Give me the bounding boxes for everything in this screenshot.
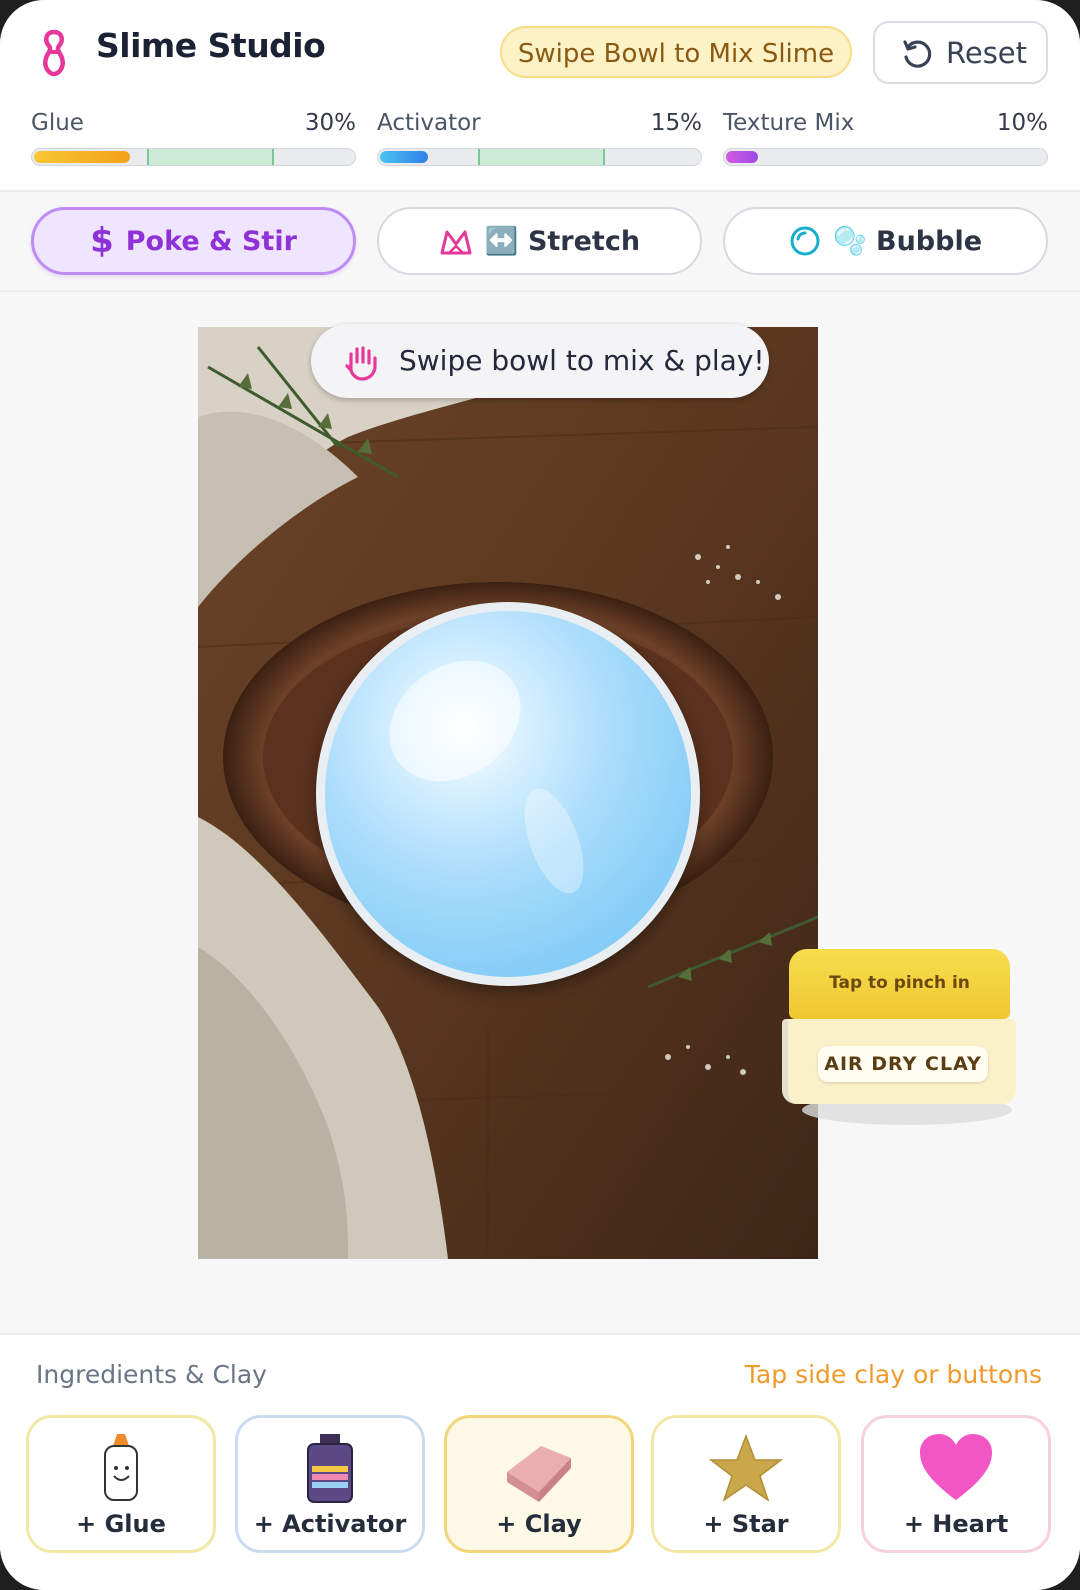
reset-label: Reset xyxy=(946,36,1028,70)
meter-percent: 15% xyxy=(650,110,702,136)
target-zone xyxy=(147,149,272,165)
ingredients-title: Ingredients & Clay xyxy=(36,1360,267,1389)
tab-stretch[interactable]: ↔️ Stretch xyxy=(377,207,702,275)
ingredient-label: + Clay xyxy=(496,1510,582,1538)
meter-track xyxy=(377,148,702,166)
reset-icon xyxy=(903,40,932,68)
ingredient-label: + Glue xyxy=(76,1510,166,1538)
meter-fill xyxy=(726,151,758,163)
clay-tub-body: AIR DRY CLAY xyxy=(782,1019,1016,1104)
meter-percent: 30% xyxy=(304,110,356,136)
bowl-highlight xyxy=(512,781,596,901)
target-zone xyxy=(478,149,603,165)
clay-tap-text: Tap to pinch in xyxy=(829,973,970,993)
tab-label: Poke & Stir xyxy=(125,225,297,257)
zone-marker xyxy=(147,149,149,165)
meter-name: Texture Mix xyxy=(723,110,855,136)
activator-bottle-icon xyxy=(307,1434,353,1503)
clay-block-icon xyxy=(507,1446,571,1502)
app-title: Slime Studio xyxy=(96,26,326,65)
zone-marker xyxy=(603,149,605,165)
hint-text: Swipe bowl to mix & play! xyxy=(399,344,765,377)
bowl-highlight xyxy=(366,635,544,807)
meter-percent: 10% xyxy=(996,110,1048,136)
ingredient-label: + Star xyxy=(703,1510,789,1538)
stretch-icon xyxy=(440,230,472,255)
meter-name: Activator xyxy=(377,110,481,136)
dollar-icon: $ xyxy=(90,221,114,261)
zone-marker xyxy=(478,149,480,165)
star-icon xyxy=(708,1433,784,1502)
reset-button[interactable]: Reset xyxy=(873,21,1048,84)
air-dry-clay-tub[interactable]: AIR DRY CLAY Tap to pinch in xyxy=(782,945,1016,1130)
slime-bowl[interactable] xyxy=(316,602,700,986)
glue-bottle-icon xyxy=(104,1434,138,1501)
add-activator-button[interactable]: + Activator xyxy=(235,1415,425,1553)
add-heart-button[interactable]: + Heart xyxy=(861,1415,1051,1553)
ingredient-label: + Activator xyxy=(253,1510,407,1538)
meter-fill xyxy=(34,151,130,163)
meter-track xyxy=(31,148,356,166)
add-clay-button[interactable]: + Clay xyxy=(444,1415,634,1553)
header: Slime Studio Swipe Bowl to Mix Slime Res… xyxy=(0,0,1080,192)
ingredients-panel: Ingredients & Clay Tap side clay or butt… xyxy=(0,1333,1080,1590)
app-window: Slime Studio Swipe Bowl to Mix Slime Res… xyxy=(0,0,1080,1590)
divider xyxy=(0,290,1080,292)
meter-name: Glue xyxy=(31,110,84,136)
heart-icon xyxy=(920,1434,992,1500)
ingredient-label: + Heart xyxy=(903,1510,1009,1538)
meter-track xyxy=(723,148,1048,166)
tab-poke-stir[interactable]: $ Poke & Stir xyxy=(31,207,356,275)
bubble-icon xyxy=(790,226,820,256)
add-star-button[interactable]: + Star xyxy=(651,1415,841,1553)
slime-logo-icon xyxy=(43,29,65,77)
hand-icon xyxy=(345,346,377,381)
ingredients-hint: Tap side clay or buttons xyxy=(744,1360,1042,1389)
clay-tag: AIR DRY CLAY xyxy=(818,1046,988,1082)
clay-tub-lid: Tap to pinch in xyxy=(789,949,1010,1019)
tab-label: 🫧 Bubble xyxy=(832,226,983,257)
meter-fill xyxy=(380,151,428,163)
tab-label: ↔️ Stretch xyxy=(484,226,641,257)
tab-bubble[interactable]: 🫧 Bubble xyxy=(723,207,1048,275)
add-glue-button[interactable]: + Glue xyxy=(26,1415,216,1553)
zone-marker xyxy=(272,149,274,165)
instruction-pill: Swipe Bowl to Mix Slime xyxy=(500,26,852,78)
swipe-hint: Swipe bowl to mix & play! xyxy=(311,324,769,398)
